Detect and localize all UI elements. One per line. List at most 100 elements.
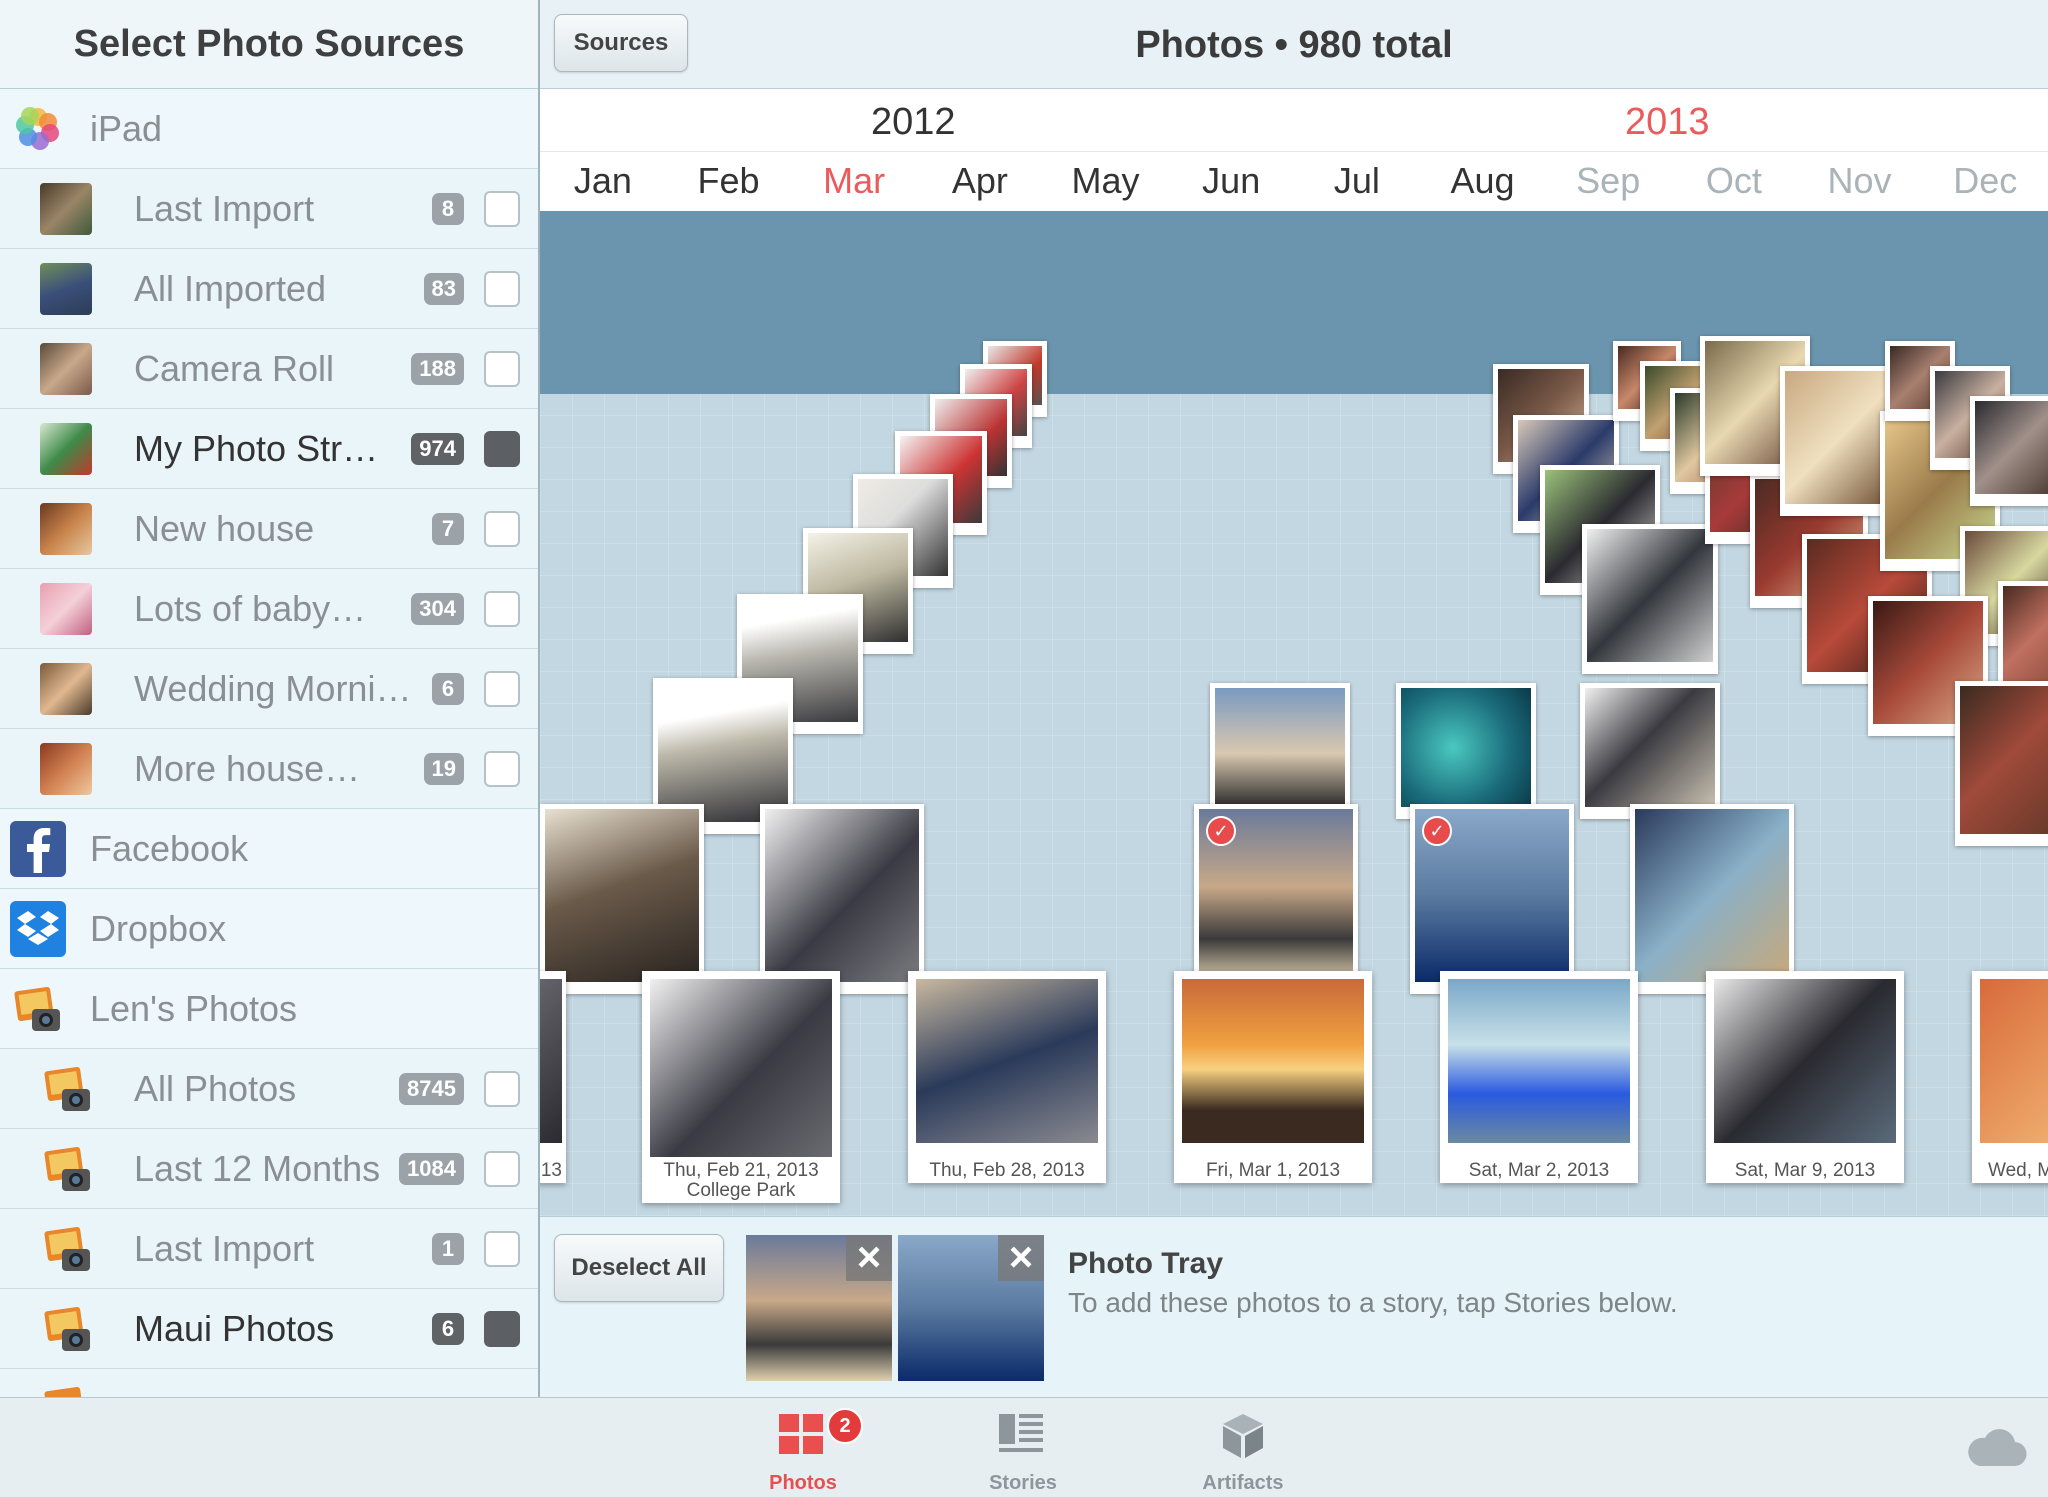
timeline-scrubber[interactable]: 2012 2013 Jan Feb Mar Apr May Jun Jul Au… <box>540 89 2048 212</box>
album-thumbnail <box>40 422 92 475</box>
album-checkbox[interactable] <box>484 271 520 307</box>
album-checkbox[interactable] <box>484 191 520 227</box>
photo-thumb[interactable] <box>1580 683 1720 819</box>
tab-artifacts-label: Artifacts <box>1202 1472 1284 1494</box>
month-strip[interactable]: Jan Feb Mar Apr May Jun Jul Aug Sep Oct … <box>540 151 2048 212</box>
photo-wall: ✓ ✓ 13 Thu, Feb 21, 2013 College Park Th… <box>540 211 2048 1216</box>
month-dec[interactable]: Dec <box>1922 152 2048 212</box>
tray-photo[interactable]: × <box>746 1235 892 1381</box>
photo-thumb[interactable] <box>1970 396 2048 506</box>
album-checkbox[interactable] <box>484 751 520 787</box>
album-count-badge: 8 <box>432 193 464 225</box>
tab-artifacts[interactable]: Artifacts <box>1183 1398 1303 1497</box>
remove-photo-icon[interactable]: × <box>846 1235 892 1281</box>
year-label: 2012 <box>871 101 956 143</box>
album-checkbox[interactable] <box>484 1311 520 1347</box>
album-thumbnail <box>40 182 92 235</box>
album-checkbox[interactable] <box>484 1231 520 1267</box>
photo-date: Sat, Mar 9, 2013 <box>1734 1160 1876 1181</box>
album-count-badge: 7 <box>432 513 464 545</box>
album-row[interactable]: Wedding Morni… 6 <box>0 649 538 729</box>
tray-photo[interactable]: × <box>898 1235 1044 1381</box>
deselect-all-button[interactable]: Deselect All <box>554 1234 724 1302</box>
album-row[interactable]: New house 7 <box>0 489 538 569</box>
album-row[interactable]: All Photos 8745 <box>0 1049 538 1129</box>
album-checkbox[interactable] <box>484 1151 520 1187</box>
photo-date: Fri, Mar 1, 2013 <box>1205 1160 1341 1181</box>
photo-card[interactable]: Fri, Mar 1, 2013 <box>1174 971 1372 1183</box>
album-label: Camera Roll <box>134 347 335 389</box>
album-label: All Photos <box>134 1067 297 1109</box>
album-row[interactable]: Maui Photos 6 <box>0 1289 538 1369</box>
album-label: Last Import <box>134 187 315 229</box>
page-title: Photos • 980 total <box>1135 24 1453 66</box>
month-sep[interactable]: Sep <box>1545 152 1671 212</box>
source-facebook[interactable]: Facebook <box>0 809 538 889</box>
album-label: New house <box>134 507 315 549</box>
source-dropbox-label: Dropbox <box>90 907 227 949</box>
album-row[interactable]: Last Import 1 <box>0 1209 538 1289</box>
photo-thumb-selected[interactable]: ✓ <box>1194 804 1358 994</box>
source-dropbox[interactable]: Dropbox <box>0 889 538 969</box>
photo-thumb-selected[interactable]: ✓ <box>1410 804 1574 994</box>
photo-card[interactable]: Thu, Feb 28, 2013 <box>908 971 1106 1183</box>
source-lens-photos[interactable]: Len's Photos <box>0 969 538 1049</box>
photo-thumb[interactable] <box>1630 804 1794 994</box>
photo-thumb[interactable] <box>1396 683 1536 819</box>
album-row[interactable]: All Imported 83 <box>0 249 538 329</box>
tray-instructions: To add these photos to a story, tap Stor… <box>1068 1287 1678 1318</box>
album-checkbox[interactable] <box>484 431 520 467</box>
source-ipad[interactable]: iPad <box>0 89 538 169</box>
photo-card[interactable]: Sat, Mar 9, 2013 <box>1706 971 1904 1183</box>
album-row[interactable]: Last 12 Months 1084 <box>0 1129 538 1209</box>
photo-card[interactable]: 13 <box>540 971 566 1183</box>
photo-thumb[interactable] <box>540 804 704 994</box>
top-bar: Sources Photos • 980 total <box>540 0 2048 89</box>
remove-photo-icon[interactable]: × <box>998 1235 1044 1281</box>
album-checkbox[interactable] <box>484 511 520 547</box>
album-count-badge: 1 <box>432 1233 464 1265</box>
album-checkbox[interactable] <box>484 351 520 387</box>
photo-thumb[interactable] <box>1582 524 1718 674</box>
photo-thumb[interactable] <box>1210 683 1350 819</box>
month-jan[interactable]: Jan <box>540 152 666 212</box>
album-count-badge: 1084 <box>399 1153 464 1185</box>
month-feb[interactable]: Feb <box>666 152 792 212</box>
album-thumbnail <box>40 582 92 635</box>
month-oct[interactable]: Oct <box>1671 152 1797 212</box>
cloud-icon[interactable] <box>1964 1428 2028 1473</box>
tab-stories[interactable]: Stories <box>963 1398 1083 1497</box>
photo-tray: Deselect All × × Photo Tray To add these… <box>540 1216 2048 1398</box>
photos-grid-icon <box>779 1412 827 1461</box>
photo-date: Sat, Mar 2, 2013 <box>1468 1160 1610 1181</box>
photo-card[interactable]: Sat, Mar 2, 2013 <box>1440 971 1638 1183</box>
album-thumbnail <box>40 262 92 315</box>
album-row[interactable]: More house… 19 <box>0 729 538 809</box>
month-may[interactable]: May <box>1043 152 1169 212</box>
album-checkbox[interactable] <box>484 1071 520 1107</box>
album-row[interactable]: My Photo Str… 974 <box>0 409 538 489</box>
facebook-icon <box>10 820 66 877</box>
album-checkbox[interactable] <box>484 671 520 707</box>
album-row[interactable]: Lots of baby… 304 <box>0 569 538 649</box>
sources-sidebar: Select Photo Sources iPad Last Import 8 … <box>0 0 540 1397</box>
album-label: My Photo Str… <box>134 427 379 469</box>
iphoto-icon <box>40 1221 96 1277</box>
album-count-badge: 6 <box>432 673 464 705</box>
photo-thumb[interactable] <box>760 804 924 994</box>
month-apr[interactable]: Apr <box>917 152 1043 212</box>
album-row-partial[interactable] <box>0 1369 538 1397</box>
month-aug[interactable]: Aug <box>1420 152 1546 212</box>
month-jun[interactable]: Jun <box>1168 152 1294 212</box>
album-row[interactable]: Last Import 8 <box>0 169 538 249</box>
photo-thumb[interactable] <box>1955 681 2048 846</box>
month-nov[interactable]: Nov <box>1797 152 1923 212</box>
tab-photos[interactable]: 2 Photos <box>743 1398 863 1497</box>
album-checkbox[interactable] <box>484 591 520 627</box>
month-mar[interactable]: Mar <box>791 152 917 212</box>
month-jul[interactable]: Jul <box>1294 152 1420 212</box>
photo-card[interactable]: Wed, M <box>1972 971 2048 1183</box>
album-row[interactable]: Camera Roll 188 <box>0 329 538 409</box>
photo-card[interactable]: Thu, Feb 21, 2013 College Park <box>642 971 840 1203</box>
year-label-current: 2013 <box>1625 101 1710 143</box>
